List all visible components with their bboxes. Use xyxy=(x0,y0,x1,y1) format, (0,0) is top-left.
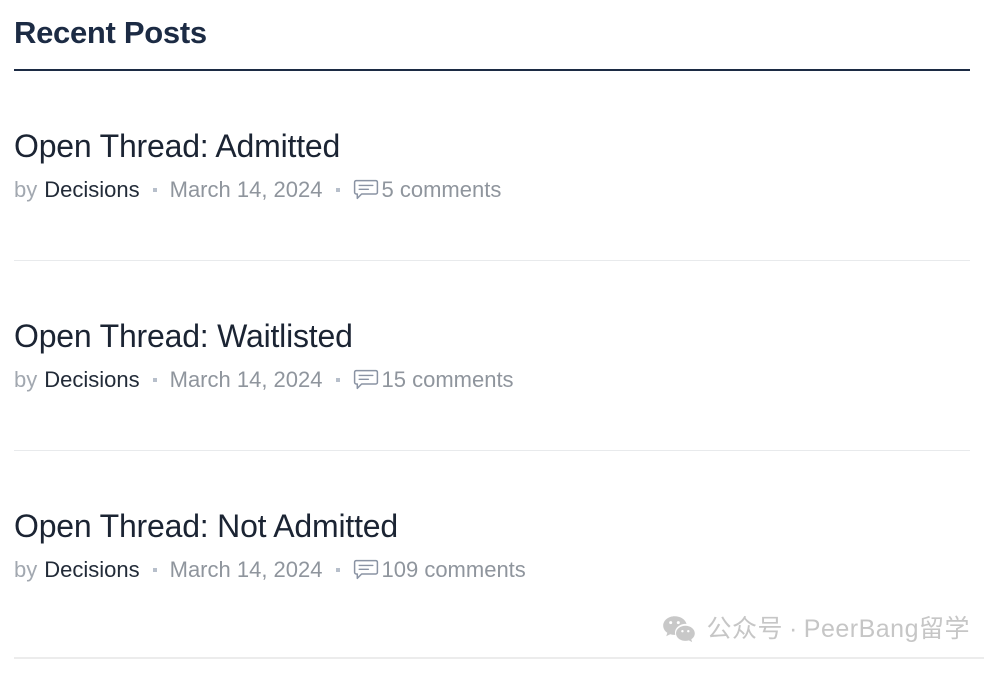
meta-separator-dot xyxy=(335,188,340,192)
post-date: March 14, 2024 xyxy=(169,177,323,202)
post-meta: by Decisions March 14, 2024 5 comments xyxy=(14,177,970,203)
post-date: March 14, 2024 xyxy=(169,367,323,392)
post-date: March 14, 2024 xyxy=(169,557,323,582)
post-title: Open Thread: Waitlisted xyxy=(14,317,970,355)
list-item: Open Thread: Not Admitted by Decisions M… xyxy=(14,450,970,593)
post-meta: by Decisions March 14, 2024 109 comments xyxy=(14,557,970,583)
post-author-link[interactable]: Decisions xyxy=(44,367,139,393)
post-title-link[interactable]: Open Thread: Admitted xyxy=(14,128,340,164)
post-comments-link[interactable]: 15 comments xyxy=(353,367,514,393)
meta-separator-dot xyxy=(335,378,340,382)
by-label: by xyxy=(14,177,38,202)
list-item: Open Thread: Admitted by Decisions March… xyxy=(14,71,970,260)
widget-header: Recent Posts xyxy=(14,0,970,71)
recent-posts-widget: Recent Posts Open Thread: Admitted by De… xyxy=(0,0,984,678)
comment-bubble-icon xyxy=(353,369,379,391)
post-title: Open Thread: Not Admitted xyxy=(14,507,970,545)
post-title-link[interactable]: Open Thread: Not Admitted xyxy=(14,508,398,544)
post-comments-count: 15 comments xyxy=(381,367,514,392)
post-comments-link[interactable]: 109 comments xyxy=(353,557,526,583)
by-label: by xyxy=(14,367,38,392)
comment-bubble-icon xyxy=(353,179,379,201)
watermark-label: 公众号 xyxy=(706,615,783,643)
post-list: Open Thread: Admitted by Decisions March… xyxy=(14,71,970,593)
post-comments-count: 109 comments xyxy=(381,557,526,582)
meta-separator-dot xyxy=(152,378,157,382)
post-comments-link[interactable]: 5 comments xyxy=(353,177,502,203)
post-comments-count: 5 comments xyxy=(381,177,502,202)
by-label: by xyxy=(14,557,38,582)
meta-separator-dot xyxy=(152,188,157,192)
post-meta: by Decisions March 14, 2024 15 comments xyxy=(14,367,970,393)
comment-bubble-icon xyxy=(353,559,379,581)
watermark-separator: · xyxy=(788,615,798,643)
post-author-link[interactable]: Decisions xyxy=(44,177,139,203)
meta-separator-dot xyxy=(152,568,157,572)
list-item: Open Thread: Waitlisted by Decisions Mar… xyxy=(14,260,970,450)
post-title: Open Thread: Admitted xyxy=(14,127,970,165)
post-author-link[interactable]: Decisions xyxy=(44,557,139,583)
meta-separator-dot xyxy=(335,568,340,572)
page-title: Recent Posts xyxy=(14,15,207,50)
post-title-link[interactable]: Open Thread: Waitlisted xyxy=(14,318,353,354)
watermark: 公众号 · PeerBang留学 xyxy=(662,614,970,644)
wechat-icon xyxy=(662,615,696,643)
watermark-name: PeerBang留学 xyxy=(803,615,970,643)
bottom-divider xyxy=(14,657,984,659)
